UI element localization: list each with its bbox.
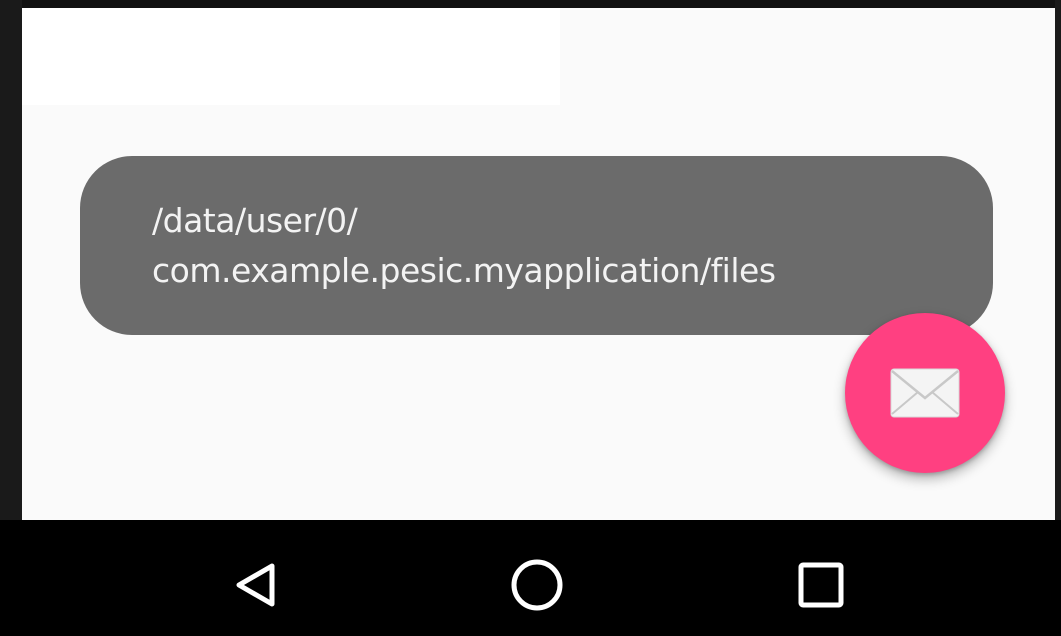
recents-square-icon	[798, 562, 844, 608]
toast-text-line-1: /data/user/0/	[152, 201, 358, 240]
email-fab-button[interactable]	[845, 313, 1005, 473]
app-screen: /data/user/0/ com.example.pesic.myapplic…	[22, 8, 1055, 520]
device-bezel-left	[0, 0, 22, 520]
back-button[interactable]	[220, 550, 290, 620]
home-circle-icon	[511, 559, 563, 611]
toast-text-line-2: com.example.pesic.myapplication/files	[152, 251, 776, 290]
system-navigation-bar	[0, 520, 1061, 636]
toast-message: /data/user/0/ com.example.pesic.myapplic…	[80, 156, 993, 335]
content-panel	[22, 8, 560, 105]
envelope-icon	[890, 368, 960, 418]
home-button[interactable]	[502, 550, 572, 620]
device-bezel-right	[1055, 0, 1061, 520]
recents-button[interactable]	[786, 550, 856, 620]
device-frame: /data/user/0/ com.example.pesic.myapplic…	[0, 0, 1061, 636]
back-triangle-icon	[236, 563, 275, 607]
